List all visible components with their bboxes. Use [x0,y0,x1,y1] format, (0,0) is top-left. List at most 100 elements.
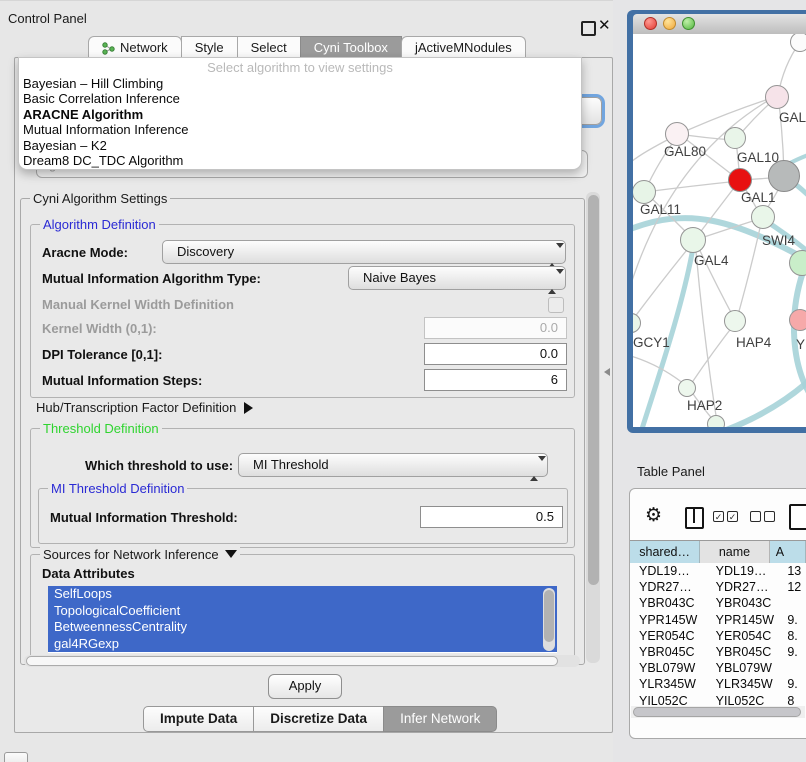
float-window-icon[interactable] [581,21,596,36]
algorithm-option[interactable]: Dream8 DC_TDC Algorithm [19,153,581,168]
table-row[interactable]: YBR045CYBR045C9. [630,644,806,660]
data-attribute-option[interactable]: BetweennessCentrality [48,619,557,636]
unchecked-checkbox-icon[interactable] [750,511,761,522]
table-cell: YBL079W [630,660,708,676]
dpi-tolerance-field[interactable]: 0.0 [424,343,567,365]
network-node-hap2[interactable] [678,379,696,397]
algorithm-dropdown-list: Bayesian – Hill ClimbingBasic Correlatio… [19,76,581,168]
tab-infer-network-label: Infer Network [400,711,480,726]
hub-definition-expander[interactable]: Hub/Transcription Factor Definition [36,400,253,415]
manual-kernel-label: Manual Kernel Width Definition [42,297,234,312]
column-header-shared[interactable]: shared… [630,541,700,564]
table-cell: 13 [784,563,806,579]
close-icon[interactable]: ✕ [598,16,611,34]
apply-button[interactable]: Apply [268,674,342,699]
network-node[interactable] [765,85,789,109]
attributes-scrollbar[interactable] [543,588,555,651]
gear-icon[interactable]: ⚙ [645,504,662,527]
unchecked-checkbox-icon[interactable] [764,511,775,522]
network-node-gal10[interactable] [724,127,746,149]
tab-style[interactable]: Style [181,36,238,59]
network-node-gal4[interactable] [680,227,706,253]
table-row[interactable]: YDR27…YDR27…12 [630,579,806,595]
network-canvas[interactable]: GAL GAL80 GAL10 GAL1 GAL11 SWI4 GAL4 GCY… [633,34,806,427]
bottom-left-partial-button[interactable] [4,752,28,762]
tab-select[interactable]: Select [237,36,301,59]
network-node-gal80[interactable] [665,122,689,146]
network-window-titlebar[interactable] [633,14,806,35]
network-node-salmon[interactable] [789,309,806,331]
network-node-gal1[interactable] [751,205,775,229]
network-node[interactable] [790,34,806,52]
sources-legend[interactable]: Sources for Network Inference [40,547,240,562]
threshold-definition-legend: Threshold Definition [40,421,162,436]
algorithm-dropdown-prompt: Select algorithm to view settings [19,60,581,76]
settings-hscrollbar[interactable] [24,655,580,667]
table-cell: YBL079W [708,660,785,676]
network-node-gal11[interactable] [633,180,656,204]
table-row[interactable]: YDL19…YDL19…13 [630,563,806,579]
table-row[interactable]: YPR145WYPR145W9. [630,612,806,628]
document-icon[interactable] [789,504,806,530]
table-cell: YIL052C [708,693,785,707]
minimize-traffic-light-icon[interactable] [663,17,676,30]
cyni-settings-legend: Cyni Algorithm Settings [30,191,170,206]
node-label-gal1: GAL1 [741,190,776,205]
node-label-gal80: GAL80 [664,144,706,159]
aracne-mode-select[interactable]: Discovery [162,240,566,264]
tab-style-label: Style [195,37,224,59]
data-attribute-option[interactable]: gal4RGexp [48,636,557,653]
mi-type-select[interactable]: Naive Bayes [348,266,566,290]
table-hscrollbar-thumb[interactable] [633,707,801,717]
control-panel-tabbar: Network Style Select Cyni Toolbox jActiv… [88,36,525,58]
table-row[interactable]: YLR345WYLR345W9. [630,676,806,692]
table-row[interactable]: YBR043CYBR043C [630,595,806,611]
zoom-traffic-light-icon[interactable] [682,17,695,30]
expand-right-icon [244,402,253,414]
column-header-partial[interactable]: A [770,541,806,564]
close-traffic-light-icon[interactable] [644,17,657,30]
column-header-name[interactable]: name [700,541,769,564]
algorithm-option[interactable]: Bayesian – Hill Climbing [19,76,581,91]
node-label-hap4: HAP4 [736,335,771,350]
tab-network[interactable]: Network [88,36,182,59]
table-cell: YBR043C [630,595,708,611]
kernel-width-field[interactable]: 0.0 [424,317,567,339]
table-row[interactable]: YER054CYER054C8. [630,628,806,644]
mi-type-label: Mutual Information Algorithm Type: [42,271,261,286]
tab-discretize-data[interactable]: Discretize Data [253,706,384,732]
tab-cyni-toolbox[interactable]: Cyni Toolbox [300,36,402,59]
checked-checkbox-icon[interactable]: ✓ [727,511,738,522]
data-attribute-option[interactable]: SelfLoops [48,586,557,603]
which-threshold-select[interactable]: MI Threshold [238,453,548,477]
table-cell: 9. [784,612,806,628]
settings-vscrollbar[interactable] [586,192,600,663]
manual-kernel-checkbox[interactable] [548,297,564,313]
mi-threshold-field[interactable]: 0.5 [420,506,563,528]
table-row[interactable]: YIL052CYIL052C8 [630,693,806,707]
network-node[interactable] [707,415,725,427]
columns-icon[interactable] [685,507,704,529]
network-node-hap4[interactable] [724,310,746,332]
algorithm-option[interactable]: ARACNE Algorithm [19,107,581,122]
tab-jactivemnodules[interactable]: jActiveMNodules [401,36,526,59]
hub-definition-label: Hub/Transcription Factor Definition [36,400,236,415]
mi-steps-field[interactable]: 6 [424,369,567,391]
tab-impute-data[interactable]: Impute Data [143,706,254,732]
algorithm-option[interactable]: Basic Correlation Inference [19,91,581,106]
algorithm-option[interactable]: Mutual Information Inference [19,122,581,137]
tab-network-label: Network [120,37,168,59]
checked-checkbox-icon[interactable]: ✓ [713,511,724,522]
node-label-gal4: GAL4 [694,253,729,268]
which-threshold-label: Which threshold to use: [85,458,233,473]
table-cell [784,595,806,611]
algorithm-option[interactable]: Bayesian – K2 [19,138,581,153]
algorithm-dropdown-popup: Select algorithm to view settings Bayesi… [18,57,582,170]
tab-infer-network[interactable]: Infer Network [383,706,497,732]
collapse-down-icon [225,550,237,558]
data-attribute-option[interactable]: TopologicalCoefficient [48,603,557,620]
table-row[interactable]: YBL079WYBL079W [630,660,806,676]
panel-resize-handle[interactable] [604,368,610,376]
network-node-red[interactable] [728,168,752,192]
data-attributes-list[interactable]: SelfLoopsTopologicalCoefficientBetweenne… [48,586,557,653]
